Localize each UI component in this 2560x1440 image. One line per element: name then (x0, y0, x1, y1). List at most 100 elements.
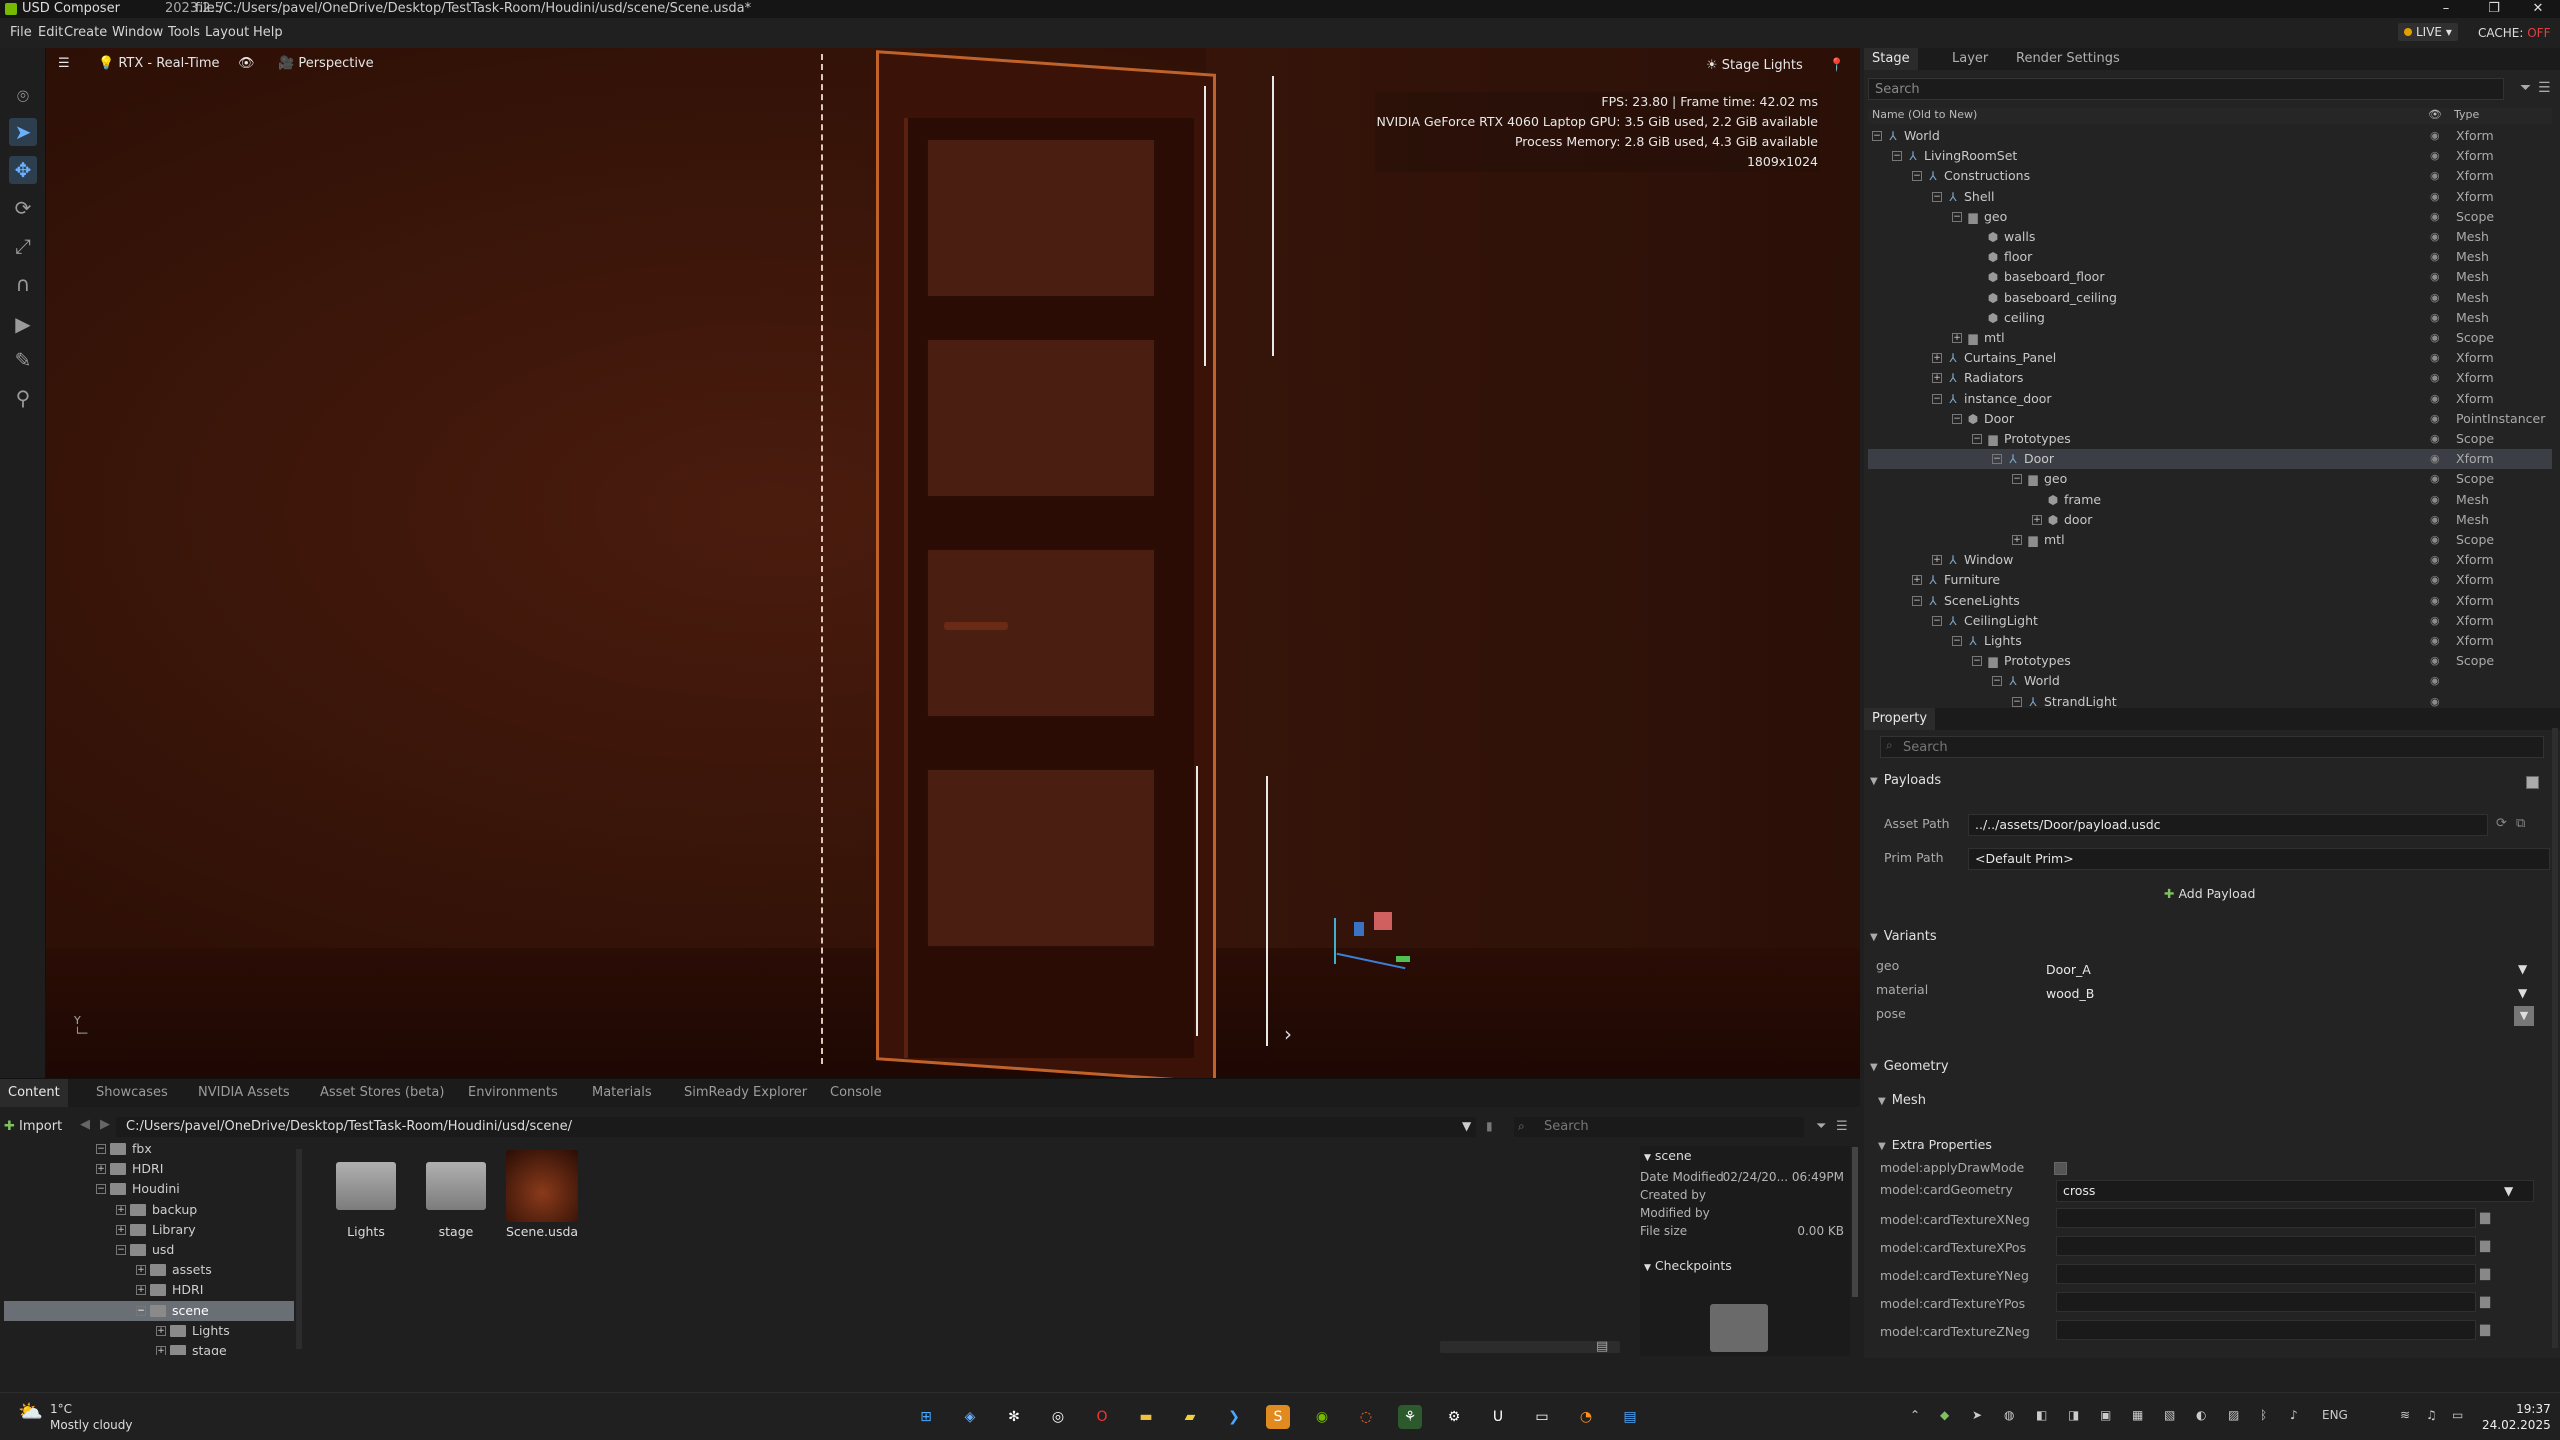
collapse-icon[interactable]: − (1952, 636, 1962, 646)
expand-icon[interactable]: + (136, 1265, 146, 1276)
stage-tree-row[interactable]: − ⅄ SceneLights ◉ Xform (1868, 591, 2552, 611)
expand-icon[interactable]: + (136, 1285, 146, 1296)
property-scrollbar[interactable] (2552, 728, 2558, 1348)
app-icon[interactable]: ◎ (1046, 1405, 1070, 1429)
stage-tree-row[interactable]: − ⅄ Constructions ◉ Xform (1868, 166, 2552, 186)
pose-dropdown-button[interactable]: ▼ (2514, 1006, 2534, 1026)
sublime-icon[interactable]: S (1266, 1405, 1290, 1429)
stage-tree-row[interactable]: + ⅄ Furniture ◉ Xform (1868, 570, 2552, 590)
visibility-eye-icon[interactable]: ◉ (2430, 651, 2440, 671)
stage-tree-row[interactable]: ⬢ walls ◉ Mesh (1868, 227, 2552, 247)
stage-tree-row[interactable]: ⬢ baseboard_floor ◉ Mesh (1868, 267, 2552, 287)
tray-app-icon[interactable]: ▦ (2132, 1408, 2143, 1422)
thumbnail-size-slider[interactable] (1440, 1341, 1620, 1353)
visibility-eye-icon[interactable]: ◉ (2430, 671, 2440, 691)
move-tool-icon[interactable]: ✥ (9, 156, 37, 184)
unreal-icon[interactable]: U (1486, 1405, 1510, 1429)
stage-tree-row[interactable]: + ⅄ Window ◉ Xform (1868, 550, 2552, 570)
tray-telegram-icon[interactable]: ➤ (1972, 1408, 1982, 1422)
viewport[interactable]: ☰ 💡 RTX - Real-Time 👁 🎥 Perspective ☀ St… (46, 48, 1860, 1078)
asset-scene-usda[interactable]: Scene.usda (502, 1150, 582, 1250)
visibility-eye-icon[interactable]: ◉ (2430, 550, 2440, 570)
menu-tools[interactable]: Tools (168, 25, 200, 40)
expand-icon[interactable]: + (156, 1325, 166, 1336)
nvidia-icon[interactable]: ◉ (1310, 1405, 1334, 1429)
minimize-button[interactable]: – (2424, 0, 2468, 18)
visibility-eye-icon[interactable]: ◉ (2430, 631, 2440, 651)
opera-icon[interactable]: O (1090, 1405, 1114, 1429)
camera-menu[interactable]: 🎥 Perspective (278, 48, 374, 80)
visibility-eye-icon[interactable]: ◉ (2430, 166, 2440, 186)
visibility-eye-icon[interactable]: ◉ (2430, 267, 2440, 287)
stage-tree-row[interactable]: − ⅄ Lights ◉ Xform (1868, 631, 2552, 651)
expand-icon[interactable]: + (1932, 353, 1942, 364)
maximize-button[interactable]: ❐ (2472, 0, 2516, 18)
folder-tree-item[interactable]: + Library (4, 1220, 294, 1240)
visibility-eye-icon[interactable]: ◉ (2430, 409, 2440, 429)
tab-asset-stores[interactable]: Asset Stores (beta) (312, 1079, 452, 1107)
omniverse-icon[interactable]: ⚘ (1398, 1405, 1422, 1429)
tab-stage[interactable]: Stage (1864, 48, 1918, 70)
apply-draw-mode-checkbox[interactable] (2054, 1162, 2067, 1175)
visibility-eye-icon[interactable]: ◉ (2430, 146, 2440, 166)
card-texture-xpos-field[interactable] (2056, 1236, 2476, 1256)
expand-icon[interactable]: + (96, 1164, 106, 1175)
card-texture-yneg-field[interactable] (2056, 1264, 2476, 1284)
console-icon[interactable]: ▭ (1530, 1405, 1554, 1429)
expand-icon[interactable]: + (156, 1346, 166, 1355)
visibility-eye-icon[interactable]: ◉ (2430, 187, 2440, 207)
filter-icon[interactable]: ⏷ (1816, 1119, 1826, 1134)
wifi-icon[interactable]: ≋ (2400, 1408, 2410, 1422)
asset-path-field[interactable]: ../../assets/Door/payload.usdc (1968, 814, 2488, 836)
stage-tree-row[interactable]: + ▆ mtl ◉ Scope (1868, 328, 2552, 348)
list-view-icon[interactable]: ▤ (1596, 1339, 1608, 1354)
folder-icon[interactable]: ▆ (2480, 1322, 2490, 1337)
stage-tree-row[interactable]: − ▆ Prototypes ◉ Scope (1868, 429, 2552, 449)
volume-icon[interactable]: ♫ (2426, 1408, 2437, 1422)
folder-tree-item[interactable]: − fbx (4, 1143, 294, 1159)
stage-tree-row[interactable]: + ▆ mtl ◉ Scope (1868, 530, 2552, 550)
visibility-eye-icon[interactable]: ◉ (2430, 530, 2440, 550)
collapse-icon[interactable]: − (1892, 151, 1902, 162)
expand-icon[interactable]: + (2012, 535, 2022, 545)
visibility-eye-icon[interactable]: ◉ (2430, 126, 2440, 146)
collapse-icon[interactable]: − (116, 1245, 126, 1255)
snap-magnet-icon[interactable]: ∩ (9, 270, 37, 298)
paint-brush-icon[interactable]: ✎ (9, 346, 37, 374)
stage-tree-row[interactable]: − ⅄ Door ◉ Xform (1868, 449, 2552, 470)
stage-tree-row[interactable]: − ⅄ World ◉ Xform (1868, 126, 2552, 146)
col-type-header[interactable]: Type (2454, 108, 2479, 121)
menu-window[interactable]: Window (112, 25, 163, 40)
collapse-icon[interactable]: − (2012, 474, 2022, 485)
tab-nvidia-assets[interactable]: NVIDIA Assets (190, 1079, 298, 1107)
stage-tree-row[interactable]: − ⅄ World ◉ (1868, 671, 2552, 691)
folder-tree-item[interactable]: + HDRI (4, 1159, 294, 1179)
collapse-icon[interactable]: − (1932, 615, 1942, 626)
mesh-section[interactable]: ▼ Mesh (1878, 1090, 2558, 1112)
geometry-section[interactable]: ▼ Geometry (1870, 1056, 2550, 1078)
stage-tree-row[interactable]: ⬢ ceiling ◉ Mesh (1868, 308, 2552, 328)
expand-icon[interactable]: + (1932, 373, 1942, 384)
tab-showcases[interactable]: Showcases (88, 1079, 176, 1107)
cache-status[interactable]: CACHE: OFF (2478, 26, 2550, 40)
path-dropdown-icon[interactable]: ▼ (1462, 1119, 1471, 1133)
folder-tree-item[interactable]: + backup (4, 1200, 294, 1220)
copilot-icon[interactable]: ◈ (958, 1405, 982, 1429)
visibility-eye-icon[interactable]: ◉ (2430, 591, 2440, 611)
stage-tree-row[interactable]: − ⅄ CeilingLight ◉ Xform (1868, 611, 2552, 631)
details-title[interactable]: ▼ scene (1644, 1148, 1692, 1163)
tray-app-icon[interactable]: ◧ (2036, 1408, 2047, 1422)
tray-app-icon[interactable]: ▨ (2228, 1408, 2239, 1422)
visibility-eye-icon[interactable]: ◉ (2430, 449, 2440, 469)
visibility-eye-icon[interactable]: ◉ (2430, 207, 2440, 227)
tray-app-icon[interactable]: ▣ (2100, 1408, 2111, 1422)
folder-tree-item[interactable]: − usd (4, 1240, 294, 1260)
collapse-icon[interactable]: − (1992, 454, 2002, 465)
weather-widget[interactable]: ⛅ 1°C Mostly cloudy (18, 1401, 133, 1433)
folder-tree-scrollbar[interactable] (296, 1149, 302, 1349)
stage-tree-row[interactable]: ⬢ frame ◉ Mesh (1868, 490, 2552, 510)
tab-environments[interactable]: Environments (460, 1079, 566, 1107)
filter-icon[interactable]: ⏷ (2520, 80, 2531, 96)
tab-content[interactable]: Content (0, 1079, 68, 1107)
scale-tool-icon[interactable]: ⤢ (9, 232, 37, 260)
